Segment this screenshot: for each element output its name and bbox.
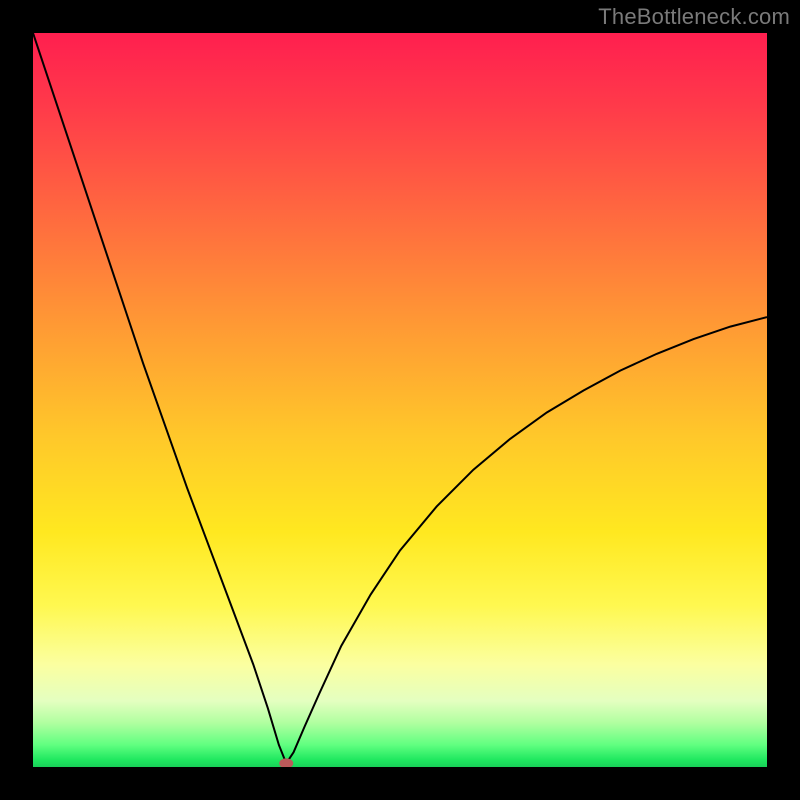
- minimum-marker: [279, 758, 293, 767]
- chart-frame: TheBottleneck.com: [0, 0, 800, 800]
- watermark-text: TheBottleneck.com: [598, 4, 790, 30]
- curve-svg: [33, 33, 767, 767]
- plot-area: [33, 33, 767, 767]
- bottleneck-curve: [33, 33, 767, 763]
